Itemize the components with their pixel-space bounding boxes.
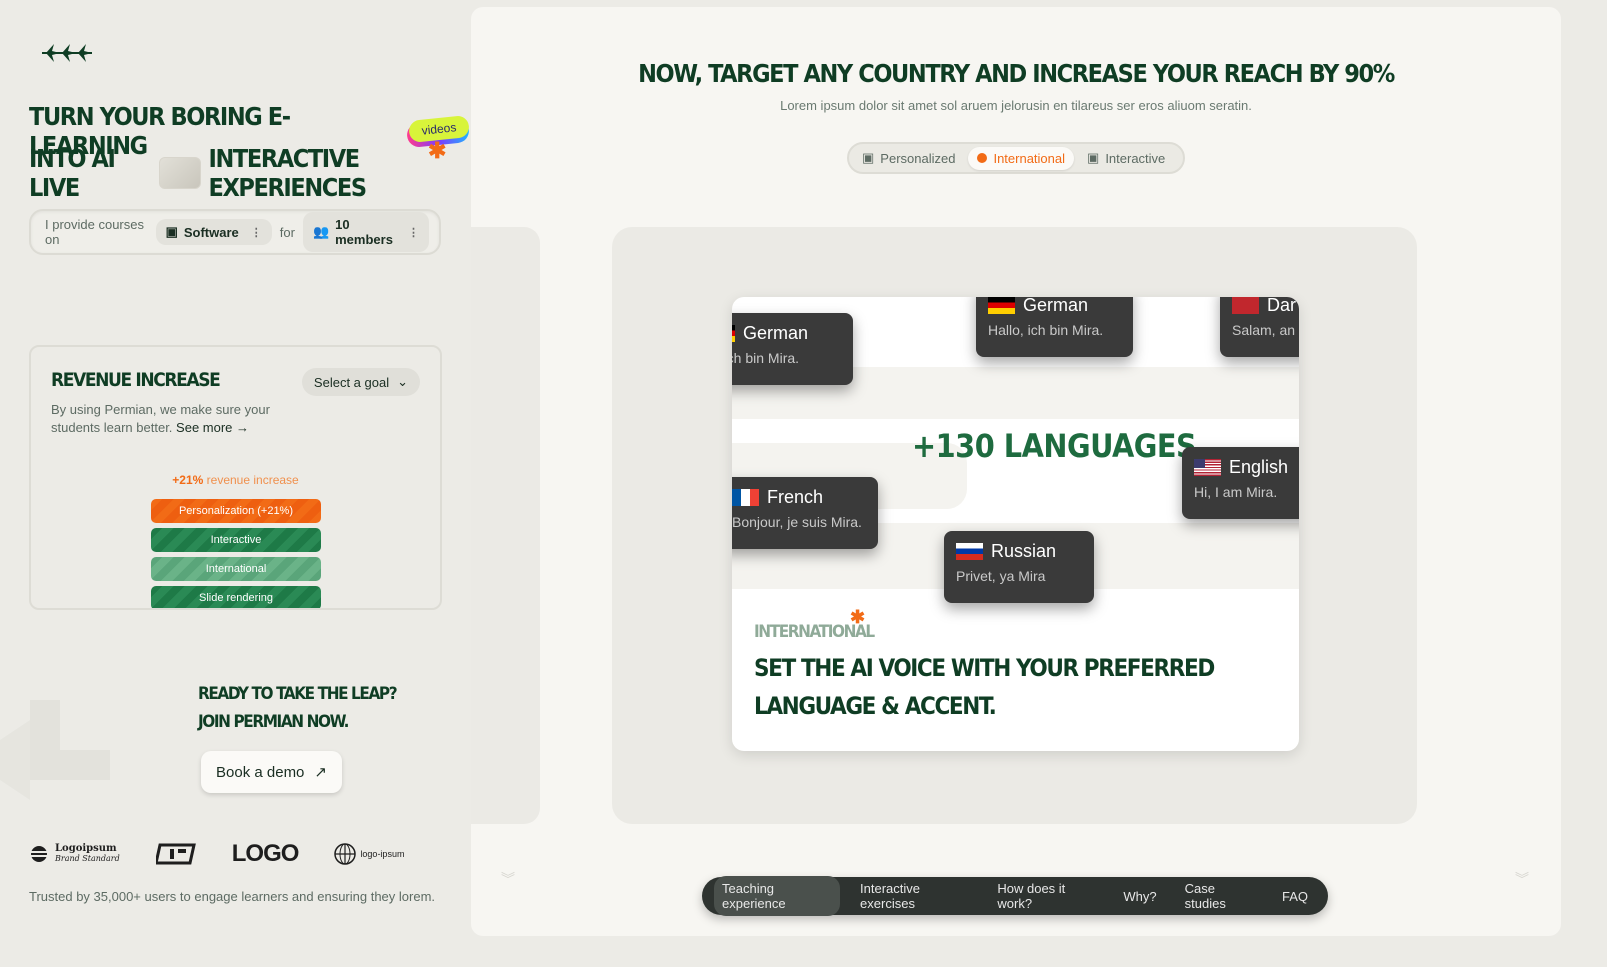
provide-prefix: I provide courses on: [45, 217, 144, 247]
section-description: SET THE AI VOICE WITH YOUR PREFERRED LAN…: [754, 654, 1215, 720]
main-title: NOW, TARGET ANY COUNTRY AND INCREASE YOU…: [638, 59, 1395, 88]
decorative-arrow-icon: [0, 700, 110, 800]
hero-line2a: INTO AI LIVE: [29, 144, 116, 202]
book-demo-button[interactable]: Book a demo ↗: [201, 751, 342, 793]
morocco-flag-icon: [1232, 297, 1259, 314]
bar-personalization: Personalization (+21%): [151, 499, 321, 523]
language-card-german[interactable]: German Hallo, ich bin Mira.: [976, 297, 1133, 357]
feature-stage: +130 LANGUAGES German o, ich bin Mira. G…: [612, 227, 1417, 824]
logo-logo-ipsum: logo-ipsum: [334, 843, 404, 865]
slides-icon: ▣: [165, 224, 178, 239]
provide-for: for: [279, 224, 295, 240]
thumbnail-image: [158, 157, 201, 189]
chevrons-down-icon: ︾: [501, 871, 515, 887]
logo-loqo: LOGO: [231, 840, 300, 867]
hero-headline: TURN YOUR BORING E-LEARNING videos INTO …: [29, 102, 471, 202]
revenue-increase-label: +21% revenue increase: [172, 473, 299, 487]
france-flag-icon: [732, 489, 759, 506]
tab-interactive[interactable]: ▣ Interactive: [1078, 146, 1174, 170]
languages-headline: +130 LANGUAGES: [912, 427, 1197, 465]
goal-select[interactable]: Select a goal ⌄: [301, 368, 420, 396]
germany-flag-icon: [732, 325, 735, 342]
course-config-bar: I provide courses on ▣ Software ⋮ for 👥 1…: [29, 209, 441, 255]
previous-slide-preview[interactable]: [471, 227, 540, 824]
chevron-down-icon: ⌄: [397, 374, 408, 389]
logo[interactable]: [40, 40, 94, 66]
chevrons-down-icon: ︾: [1515, 871, 1529, 887]
language-card-darija[interactable]: Dar Salam, an: [1220, 297, 1299, 357]
dot-icon: [977, 153, 988, 163]
arrow-up-right-icon: ↗: [314, 764, 327, 781]
tab-personalized[interactable]: ▣ Personalized: [853, 146, 964, 170]
partner-logos: Logoipsum Brand Standard LOGO logo-ipsum: [29, 840, 449, 868]
main-subtitle: Lorem ipsum dolor sit amet sol aruem jel…: [780, 98, 1252, 113]
cta-heading: READY TO TAKE THE LEAP? JOIN PERMIAN NOW…: [198, 684, 398, 732]
trusted-text: Trusted by 35,000+ users to engage learn…: [29, 889, 436, 904]
members-select[interactable]: 👥 10 members ⋮: [302, 212, 429, 252]
bar-international: International: [151, 557, 321, 581]
nav-why[interactable]: Why?: [1115, 884, 1164, 909]
nav-faq[interactable]: FAQ: [1274, 884, 1316, 909]
language-card-english[interactable]: English Hi, I am Mira.: [1182, 447, 1299, 519]
tab-international[interactable]: International: [968, 146, 1075, 170]
feature-tabs: ▣ Personalized International ▣ Interactive: [847, 142, 1185, 174]
revenue-title: REVENUE INCREASE: [51, 369, 221, 391]
nav-interactive-exercises[interactable]: Interactive exercises: [852, 876, 977, 916]
bar-slide-rendering: Slide rendering: [151, 586, 321, 608]
section-nav: Teaching experience Interactive exercise…: [702, 876, 1328, 916]
users-icon: 👥: [312, 224, 330, 239]
languages-card: +130 LANGUAGES German o, ich bin Mira. G…: [732, 297, 1299, 751]
nav-case-studies[interactable]: Case studies: [1177, 876, 1262, 916]
asterisk-icon: ✱: [850, 607, 866, 627]
nav-teaching-experience[interactable]: Teaching experience: [714, 876, 841, 916]
logo-logoipsum: Logoipsum Brand Standard: [29, 844, 120, 864]
slides-icon: ▣: [1087, 150, 1100, 165]
language-card-german-left[interactable]: German o, ich bin Mira.: [732, 313, 853, 385]
logo-mark: [155, 843, 196, 865]
usa-flag-icon: [1194, 459, 1221, 476]
see-more-link[interactable]: See more →: [176, 420, 249, 435]
revenue-card: REVENUE INCREASE Select a goal ⌄ By usin…: [29, 345, 442, 610]
left-panel: TURN YOUR BORING E-LEARNING videos INTO …: [0, 0, 480, 967]
revenue-desc: By using Permian, we make sure your stud…: [51, 402, 270, 435]
slides-icon: ▣: [862, 150, 875, 165]
nav-how-it-works[interactable]: How does it work?: [989, 876, 1103, 916]
asterisk-icon: ✱: [428, 138, 447, 163]
main-panel: NOW, TARGET ANY COUNTRY AND INCREASE YOU…: [471, 7, 1561, 936]
language-card-french[interactable]: French Bonjour, je suis Mira.: [732, 477, 878, 549]
language-card-russian[interactable]: Russian Privet, ya Mira: [944, 531, 1094, 603]
russia-flag-icon: [956, 543, 983, 560]
germany-flag-icon: [988, 297, 1015, 314]
topic-select[interactable]: ▣ Software ⋮: [155, 219, 272, 245]
bar-interactive: Interactive: [151, 528, 321, 552]
